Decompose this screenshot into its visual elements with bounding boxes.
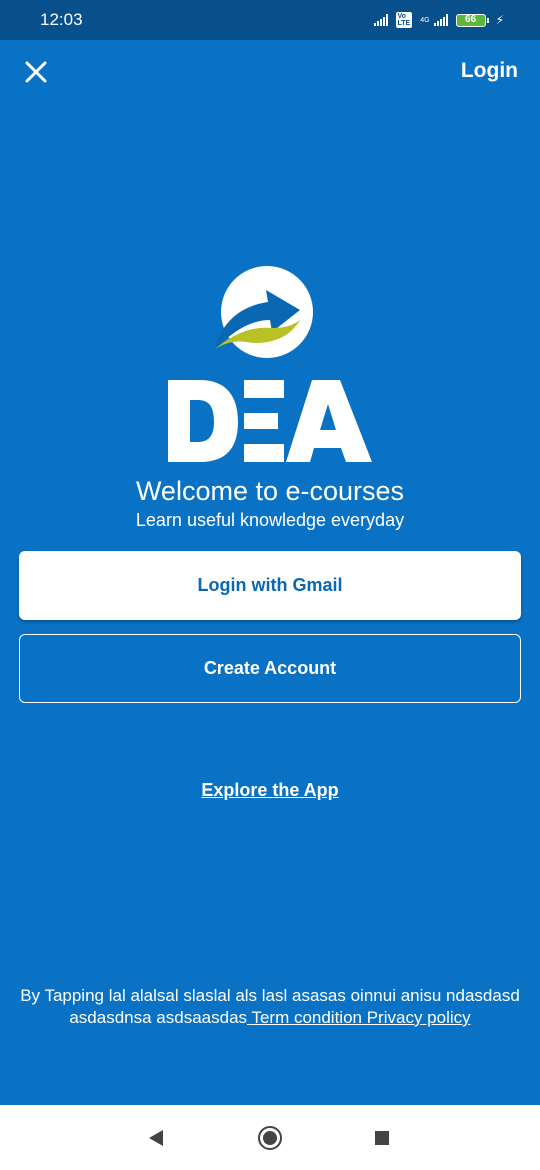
brand-logo [0,262,540,472]
login-button[interactable]: Login [461,59,518,83]
signal-4g-icon [433,14,448,26]
system-nav-bar [0,1105,540,1170]
explore-app-container: Explore the App [0,780,540,801]
welcome-subtitle: Learn useful knowledge everyday [135,510,405,530]
welcome-title: Welcome to e-courses [135,476,405,506]
signal-icon [373,14,388,26]
status-icons: Vo LTE 4G 66 ⚡ [373,12,504,28]
recents-icon [375,1131,389,1145]
home-icon [258,1126,282,1150]
charging-icon: ⚡ [495,13,504,27]
status-bar: 12:03 Vo LTE 4G 66 ⚡ [0,0,540,40]
nav-back-button[interactable] [143,1125,169,1151]
signal-4g-label: 4G [420,16,430,24]
status-time: 12:03 [40,10,83,29]
close-button[interactable] [20,56,52,88]
login-with-gmail-button[interactable]: Login with Gmail [19,551,521,620]
nav-recents-button[interactable] [369,1125,395,1151]
terms-privacy-link[interactable]: Term condition Privacy policy [247,1008,470,1027]
create-account-button[interactable]: Create Account [19,634,521,703]
battery-icon: 66 [455,13,489,27]
explore-app-link[interactable]: Explore the App [201,780,338,800]
back-icon [149,1130,163,1146]
volte-icon: Vo LTE [395,12,413,28]
nav-home-button[interactable] [257,1125,283,1151]
dea-logo-icon [168,266,372,462]
terms-text: By Tapping lal alalsal slaslal als lasl … [20,985,520,1029]
close-icon [25,61,47,83]
